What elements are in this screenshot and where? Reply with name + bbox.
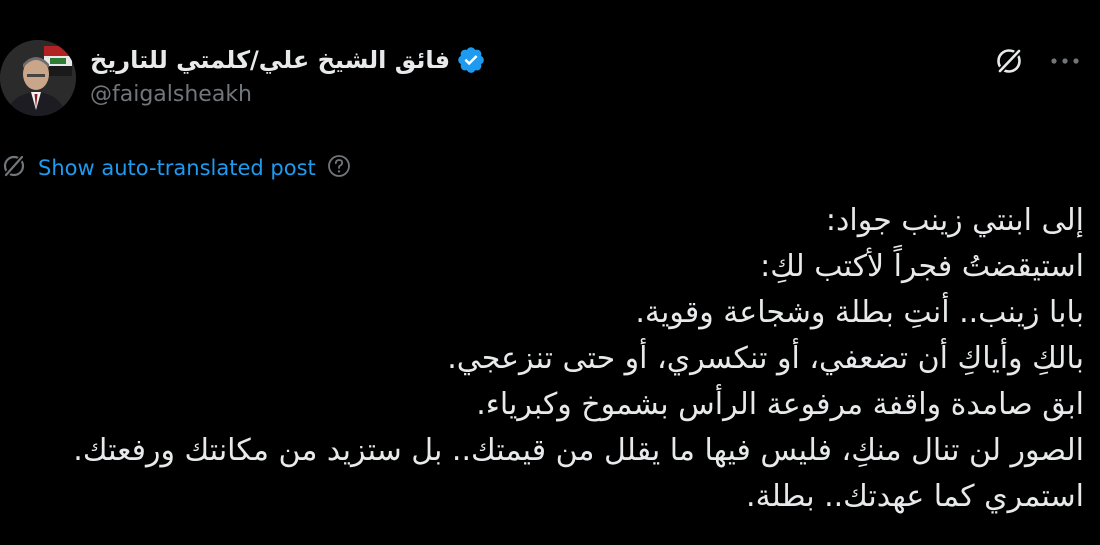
more-icon[interactable] (1048, 44, 1082, 78)
auto-translate-row: Show auto-translated post (0, 152, 352, 184)
post-view: فائق الشيخ علي/كلمتي للتاريخ @faigalshea… (0, 0, 1100, 545)
question-circle-icon[interactable] (326, 153, 352, 183)
display-name[interactable]: فائق الشيخ علي/كلمتي للتاريخ (90, 46, 450, 74)
avatar[interactable] (0, 40, 76, 116)
post-line: استيقضتُ فجراً لأكتب لكِ: (760, 249, 1084, 284)
previous-post-fragment (96, 0, 196, 2)
translate-slash-icon (0, 152, 28, 184)
show-translation-link[interactable]: Show auto-translated post (38, 156, 316, 180)
post-header-actions (992, 44, 1082, 78)
author-name-row[interactable]: فائق الشيخ علي/كلمتي للتاريخ (90, 42, 486, 78)
translate-icon[interactable] (992, 44, 1026, 78)
post-line: الصور لن تنال منكِ، فليس فيها ما يقلل من… (73, 433, 1084, 468)
post-line: بالكِ وأياكِ أن تضعفي، أو تنكسري، أو حتى… (447, 341, 1084, 376)
verified-badge-icon[interactable] (456, 45, 486, 75)
post-line: بابا زينب.. أنتِ بطلة وشجاعة وقوية. (635, 295, 1084, 330)
post-line: ابق صامدة واقفة مرفوعة الرأس بشموخ وكبري… (476, 387, 1084, 422)
post-text: إلى ابنتي زينب جواد: استيقضتُ فجراً لأكت… (4, 198, 1084, 520)
author-handle[interactable]: @faigalsheakh (90, 82, 252, 107)
post-line: استمري كما عهدتك.. بطلة. (746, 479, 1084, 514)
post-line: إلى ابنتي زينب جواد: (825, 203, 1084, 238)
